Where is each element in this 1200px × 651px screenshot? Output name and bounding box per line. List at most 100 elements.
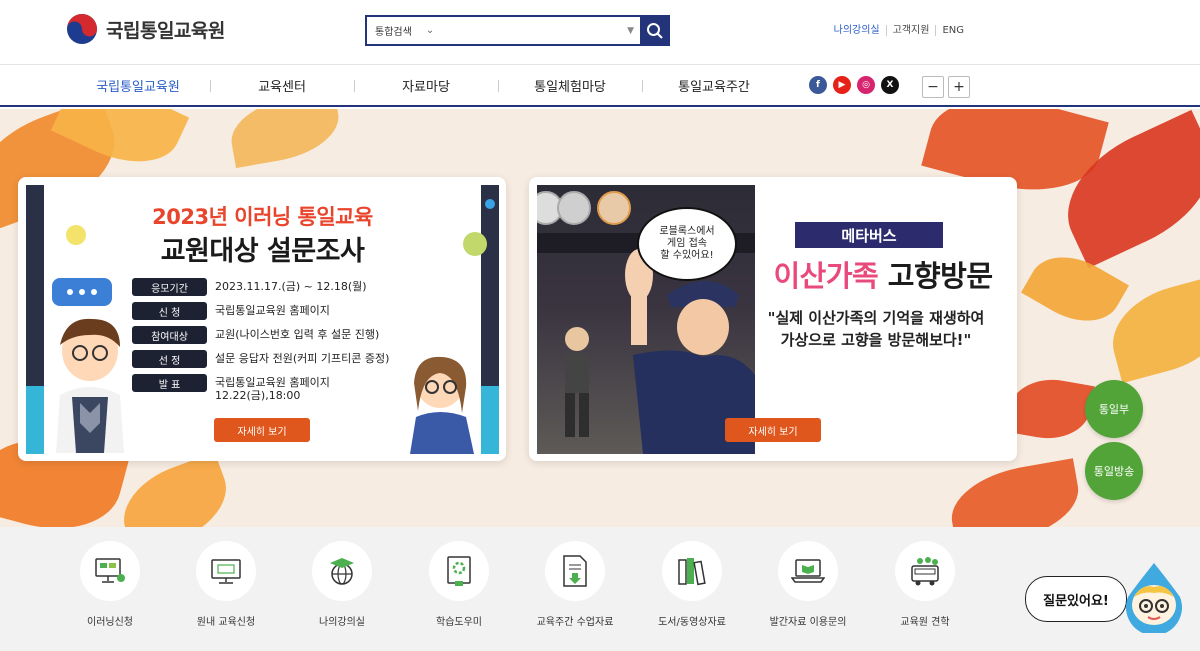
metaverse-banner-card[interactable]: 로블록스에서 게임 접속 할 수있어요! 메타버스 이산가족 고향방문 "실제 … bbox=[529, 177, 1017, 461]
util-link-eng[interactable]: ENG bbox=[935, 25, 970, 36]
sns-links: f ▶ ◎ X bbox=[809, 76, 899, 94]
util-link-my-classroom[interactable]: 나의강의실 bbox=[828, 25, 886, 36]
main-navigation: 국립통일교육원 교육센터 자료마당 통일체험마당 통일교육주간 f ▶ ◎ X … bbox=[0, 65, 1200, 107]
bus-people-icon bbox=[911, 557, 939, 586]
banner-title-line1: 2023년 이러닝 통일교육 bbox=[152, 205, 373, 229]
metaverse-subtitle: "실제 이산가족의 기억을 재생하여 가상으로 고향을 방문해보다!" bbox=[767, 309, 985, 349]
x-twitter-icon[interactable]: X bbox=[881, 76, 899, 94]
title-rest: 고향방문 bbox=[887, 259, 993, 293]
info-row-value: 국립통일교육원 홈페이지 12.22(금),18:00 bbox=[215, 376, 330, 402]
nav-item-education-week[interactable]: 통일교육주간 bbox=[642, 76, 786, 95]
info-row-value: 교원(나이스번호 입력 후 설문 진행) bbox=[215, 328, 380, 341]
info-row-label: 선 정 bbox=[132, 350, 207, 368]
info-row-label: 신 청 bbox=[132, 302, 207, 320]
ministry-unification-button[interactable]: 통일부 bbox=[1085, 380, 1143, 438]
document-download-icon bbox=[563, 555, 587, 587]
graduation-globe-icon bbox=[330, 558, 354, 585]
search-scope-select[interactable]: 통합검색 ⌄ bbox=[367, 23, 445, 38]
quick-item-label: 나의강의실 bbox=[319, 617, 365, 628]
metaverse-tag: 메타버스 bbox=[795, 222, 943, 248]
chevron-down-icon: ⌄ bbox=[425, 25, 435, 36]
quick-item-study-helper[interactable]: 학습도우미 bbox=[401, 541, 517, 628]
survey-info-list: 응모기간 2023.11.17.(금) ~ 12.18(월) 신 청 국립통일교… bbox=[132, 278, 405, 408]
leaf-decoration bbox=[1005, 372, 1095, 446]
decor-dot bbox=[485, 199, 495, 209]
nav-item-resources[interactable]: 자료마당 bbox=[354, 76, 498, 95]
leaf-decoration bbox=[225, 109, 345, 169]
search-scope-label: 통합검색 bbox=[375, 27, 412, 38]
student-illustration bbox=[410, 356, 474, 454]
leaf-decoration bbox=[111, 452, 239, 527]
quick-item-publication-inquiry[interactable]: 발간자료 이용문의 bbox=[750, 541, 866, 628]
monitor-elearning-icon bbox=[95, 558, 125, 583]
survey-banner-card[interactable]: 2023년 이러닝 통일교육 교원대상 설문조사 응모기간 2023.11.17… bbox=[18, 177, 506, 461]
quick-item-class-material[interactable]: 교육주간 수업자료 bbox=[517, 541, 633, 628]
metaverse-detail-button[interactable]: 자세히 보기 bbox=[725, 418, 821, 442]
info-row: 발 표 국립통일교육원 홈페이지 12.22(금),18:00 bbox=[132, 374, 405, 402]
info-row: 선 정 설문 응답자 전원(커피 기프티콘 증정) bbox=[132, 350, 405, 368]
chatbot-mascot-icon[interactable] bbox=[1118, 561, 1190, 633]
search-bar: 통합검색 ⌄ ▼ bbox=[365, 15, 670, 46]
zoom-in-button[interactable]: + bbox=[948, 76, 970, 98]
avatar bbox=[597, 191, 631, 225]
info-row-label: 발 표 bbox=[132, 374, 207, 392]
hero-banner-area: 2023년 이러닝 통일교육 교원대상 설문조사 응모기간 2023.11.17… bbox=[0, 109, 1200, 527]
instagram-icon[interactable]: ◎ bbox=[857, 76, 875, 94]
nav-item-experience[interactable]: 통일체험마당 bbox=[498, 76, 642, 95]
leaf-decoration bbox=[944, 458, 1086, 527]
logo-text: 국립통일교육원 bbox=[106, 19, 225, 42]
info-row: 신 청 국립통일교육원 홈페이지 bbox=[132, 302, 405, 320]
game-avatar-figure bbox=[565, 327, 589, 437]
chatbot-button[interactable]: 질문있어요! bbox=[1025, 576, 1127, 622]
search-input[interactable] bbox=[445, 17, 628, 44]
info-row: 참여대상 교원(나이스번호 입력 후 설문 진행) bbox=[132, 326, 405, 344]
laptop-book-icon bbox=[791, 559, 825, 583]
quick-menu: 이러닝신청 원내 교육신청 나의강의실 학습도우미 교육주간 수업자료 도서/동… bbox=[0, 527, 1200, 651]
zoom-out-button[interactable]: − bbox=[922, 76, 944, 98]
util-link-support[interactable]: 고객지원 bbox=[885, 25, 936, 36]
taegeuk-logo-icon bbox=[67, 14, 97, 44]
banner-title-line2: 교원대상 설문조사 bbox=[160, 236, 365, 267]
info-row-value: 국립통일교육원 홈페이지 bbox=[215, 304, 330, 317]
unification-broadcast-button[interactable]: 통일방송 bbox=[1085, 442, 1143, 500]
quick-item-books-videos[interactable]: 도서/동영상자료 bbox=[634, 541, 750, 628]
quick-item-label: 교육원 견학 bbox=[900, 617, 950, 628]
quick-item-onsite-apply[interactable]: 원내 교육신청 bbox=[168, 541, 284, 628]
speech-bubble: 로블록스에서 게임 접속 할 수있어요! bbox=[637, 207, 737, 281]
survey-detail-button[interactable]: 자세히 보기 bbox=[214, 418, 310, 442]
info-row-label: 응모기간 bbox=[132, 278, 207, 296]
teacher-illustration bbox=[56, 318, 124, 453]
quick-item-label: 교육주간 수업자료 bbox=[536, 617, 614, 628]
search-icon bbox=[647, 22, 663, 39]
info-row: 응모기간 2023.11.17.(금) ~ 12.18(월) bbox=[132, 278, 405, 296]
chat-bubble-icon bbox=[52, 278, 112, 306]
quick-item-label: 학습도우미 bbox=[436, 617, 482, 628]
facebook-icon[interactable]: f bbox=[809, 76, 827, 94]
quick-item-label: 이러닝신청 bbox=[87, 617, 133, 628]
title-highlight: 이산가족 bbox=[773, 259, 879, 293]
nav-item-education-center[interactable]: 교육센터 bbox=[210, 76, 354, 95]
quick-item-institute-tour[interactable]: 교육원 견학 bbox=[867, 541, 983, 628]
avatar bbox=[557, 191, 591, 225]
quick-item-label: 원내 교육신청 bbox=[196, 617, 256, 628]
nav-item-institute[interactable]: 국립통일교육원 bbox=[66, 76, 210, 95]
quick-item-my-classroom[interactable]: 나의강의실 bbox=[284, 541, 400, 628]
youtube-icon[interactable]: ▶ bbox=[833, 76, 851, 94]
decor-circle bbox=[463, 232, 487, 256]
info-row-value: 설문 응답자 전원(커피 기프티콘 증정) bbox=[215, 352, 390, 365]
quick-item-label: 도서/동영상자료 bbox=[658, 617, 726, 628]
book-gear-icon bbox=[447, 556, 471, 586]
top-header: 국립통일교육원 통합검색 ⌄ ▼ 나의강의실 고객지원 ENG bbox=[0, 0, 1200, 65]
quick-item-label: 발간자료 이용문의 bbox=[769, 617, 847, 628]
decor-circle bbox=[66, 225, 86, 245]
edu-monitor-icon bbox=[211, 559, 241, 584]
quick-item-elearning[interactable]: 이러닝신청 bbox=[52, 541, 168, 628]
metaverse-title: 이산가족 고향방문 bbox=[743, 253, 1017, 295]
search-button[interactable] bbox=[640, 15, 670, 46]
info-row-value: 2023.11.17.(금) ~ 12.18(월) bbox=[215, 280, 367, 293]
zoom-controls: − + bbox=[922, 76, 970, 98]
books-icon bbox=[678, 558, 706, 586]
info-row-label: 참여대상 bbox=[132, 326, 207, 344]
search-dropdown-arrow-icon[interactable]: ▼ bbox=[627, 26, 640, 36]
site-logo[interactable]: 국립통일교육원 bbox=[66, 13, 225, 45]
